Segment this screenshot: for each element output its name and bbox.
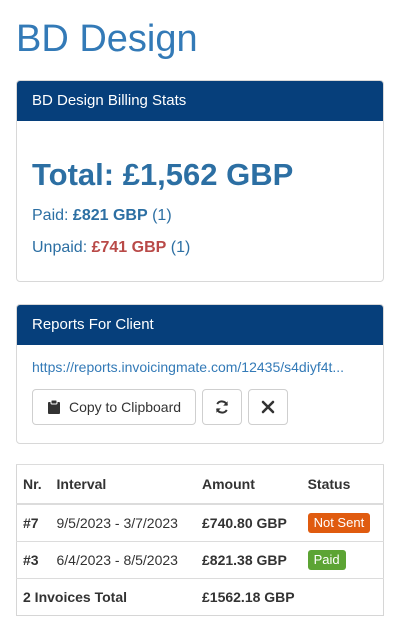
billing-stats-heading: BD Design Billing Stats: [17, 81, 383, 121]
status-badge: Not Sent: [307, 513, 371, 533]
report-link[interactable]: https://reports.invoicingmate.com/12435/…: [32, 357, 365, 377]
total-value: £1,562 GBP: [122, 157, 294, 192]
total-label: Total:: [32, 157, 115, 192]
invoice-amount: £740.80 GBP: [196, 503, 302, 542]
billing-stats-body: Total: £1,562 GBP Paid: £821 GBP (1) Unp…: [17, 121, 383, 259]
remove-button[interactable]: [248, 389, 288, 425]
paid-stat: Paid: £821 GBP (1): [32, 205, 368, 227]
invoice-nr: #7: [16, 503, 51, 542]
billing-stats-panel: BD Design Billing Stats Total: £1,562 GB…: [16, 80, 384, 282]
invoice-status-cell: Paid: [301, 541, 384, 579]
page: BD Design BD Design Billing Stats Total:…: [0, 0, 400, 616]
paid-count: (1): [152, 207, 172, 224]
copy-to-clipboard-button[interactable]: Copy to Clipboard: [32, 389, 196, 425]
unpaid-value: £741 GBP: [91, 239, 167, 256]
unpaid-stat: Unpaid: £741 GBP (1): [32, 237, 368, 259]
invoice-interval: 9/5/2023 - 3/7/2023: [50, 503, 196, 542]
invoice-interval: 6/4/2023 - 8/5/2023: [50, 541, 196, 579]
report-actions: Copy to Clipboard: [32, 389, 368, 425]
paid-value: £821 GBP: [72, 207, 148, 224]
invoice-amount: £821.38 GBP: [196, 541, 302, 579]
invoices-table: Nr. Interval Amount Status #7 9/5/2023 -…: [16, 464, 384, 616]
close-icon: [261, 400, 275, 414]
reports-panel: Reports For Client https://reports.invoi…: [16, 304, 384, 444]
invoices-total-label: 2 Invoices Total: [16, 578, 196, 616]
unpaid-count: (1): [170, 239, 191, 256]
paid-label: Paid:: [32, 207, 69, 224]
invoices-total-row: 2 Invoices Total £1562.18 GBP: [16, 578, 384, 616]
col-amount-header: Amount: [196, 464, 302, 505]
col-status-header: Status: [301, 464, 384, 505]
refresh-icon: [214, 399, 230, 415]
table-row[interactable]: #3 6/4/2023 - 8/5/2023 £821.38 GBP Paid: [16, 541, 384, 579]
invoice-nr: #3: [16, 541, 51, 579]
reports-body: https://reports.invoicingmate.com/12435/…: [17, 345, 383, 425]
reports-heading: Reports For Client: [17, 305, 383, 345]
col-nr-header: Nr.: [16, 464, 51, 505]
table-row[interactable]: #7 9/5/2023 - 3/7/2023 £740.80 GBP Not S…: [16, 503, 384, 542]
refresh-button[interactable]: [202, 389, 242, 425]
page-title: BD Design: [16, 18, 198, 60]
total-stat: Total: £1,562 GBP: [32, 155, 368, 195]
unpaid-label: Unpaid:: [32, 239, 88, 256]
col-interval-header: Interval: [50, 464, 196, 505]
table-header-row: Nr. Interval Amount Status: [16, 464, 384, 505]
invoices-total-amount: £1562.18 GBP: [196, 578, 384, 616]
clipboard-icon: [47, 399, 61, 415]
status-badge: Paid: [307, 550, 346, 570]
invoice-status-cell: Not Sent: [301, 503, 384, 542]
copy-button-label: Copy to Clipboard: [68, 399, 182, 415]
